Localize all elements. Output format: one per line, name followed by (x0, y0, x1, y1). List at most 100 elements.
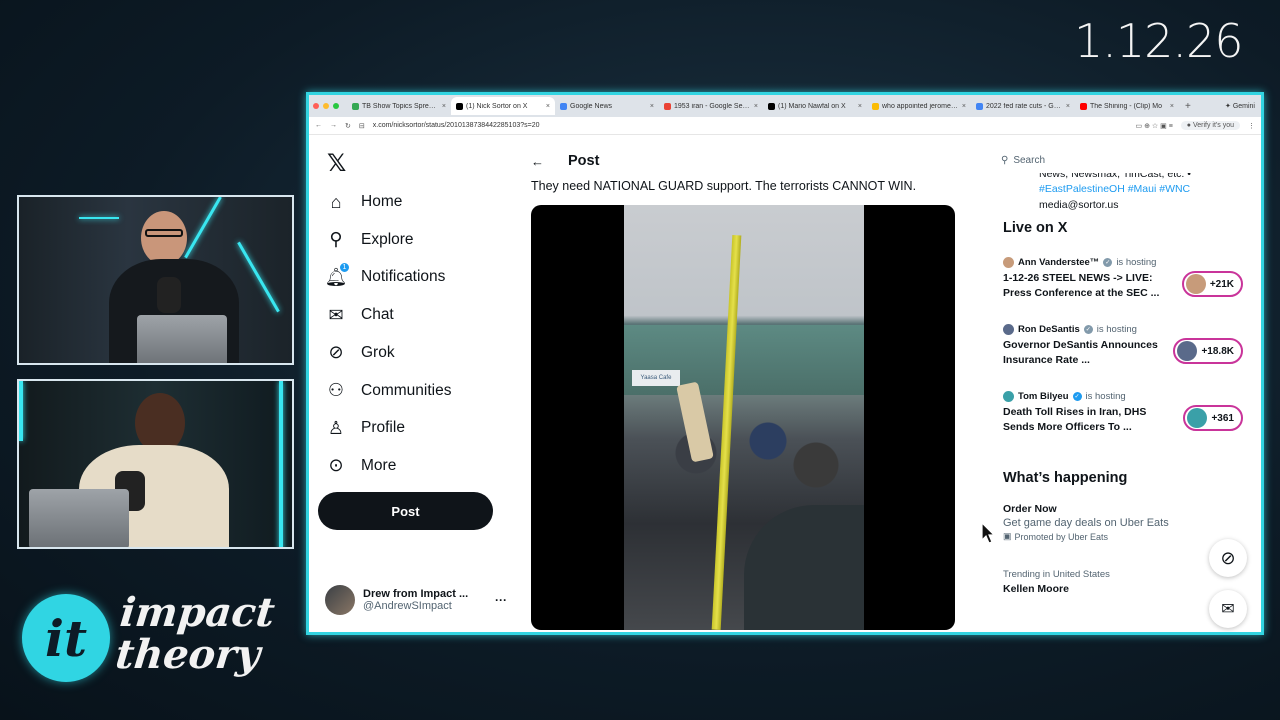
close-icon[interactable]: × (962, 103, 966, 110)
promoted-trend[interactable]: Order Now Get game day deals on Uber Eat… (1003, 503, 1169, 542)
mail-icon: ✉ (328, 304, 344, 325)
bio-hashtags[interactable]: #EastPalestineOH #Maui #WNC (1039, 181, 1239, 197)
post-button[interactable]: Post (318, 492, 493, 530)
close-icon[interactable]: × (1170, 103, 1174, 110)
nav-item-label: Explore (361, 230, 414, 248)
back-nav-icon[interactable]: ← (315, 122, 322, 129)
tab-favicon-icon (768, 102, 775, 110)
nav-item-profile[interactable]: ♙ Profile (325, 413, 405, 443)
tab-favicon-icon (872, 102, 879, 110)
tab-bar: TB Show Topics Spreadsheet×(1) Nick Sort… (309, 95, 1261, 117)
address-bar: ← → ↻ ⊟ x.com/nicksortor/status/20101387… (309, 117, 1261, 135)
live-space-item[interactable]: Ron DeSantis ✓ is hosting Governor DeSantis… (1003, 324, 1243, 380)
tweet-text: They need NATIONAL GUARD support. The te… (531, 179, 917, 193)
browser-tab[interactable]: The Shining - (Clip) Mo × (1075, 97, 1179, 115)
url-field[interactable]: x.com/nicksortor/status/2010138738442285… (373, 122, 1128, 129)
nav-item-chat[interactable]: ✉ Chat (325, 300, 394, 330)
reload-icon[interactable]: ↻ (345, 122, 351, 130)
verified-badge-icon: ✓ (1083, 325, 1093, 334)
site-info-icon[interactable]: ⊟ (359, 122, 365, 130)
close-icon[interactable]: × (650, 103, 654, 110)
avatar (325, 585, 355, 615)
nav-item-more[interactable]: ⊙ More (325, 451, 396, 481)
browser-tab[interactable]: (1) Nick Sortor on X × (451, 97, 555, 115)
nav-item-explore[interactable]: ⚲ Explore (325, 225, 414, 255)
browser-tab[interactable]: 2022 fed rate cuts - Google × (971, 97, 1075, 115)
more-circle-icon: ⊙ (328, 455, 344, 476)
home-icon: ⌂ (330, 191, 342, 212)
close-icon[interactable]: × (442, 103, 446, 110)
notification-badge: 1 (339, 262, 350, 274)
browser-window: TB Show Topics Spreadsheet×(1) Nick Sort… (306, 92, 1264, 635)
communities-icon: ⚇ (327, 380, 345, 400)
grok-icon: ⊘ (1220, 547, 1236, 568)
toolbar-icons[interactable]: ▭ ⊕ ☆ ▣ ≡ (1136, 122, 1173, 130)
listener-count-pill[interactable]: +21K (1181, 271, 1243, 297)
grok-icon: ⊘ (328, 342, 344, 363)
verified-badge-icon: ✓ (1103, 258, 1113, 267)
back-arrow-icon[interactable]: ← (531, 154, 544, 169)
browser-tab[interactable]: who appointed jerome powell× (867, 97, 971, 115)
date-label: 1.12.26 (1074, 14, 1244, 68)
close-icon[interactable]: × (1066, 103, 1070, 110)
avatar (1003, 257, 1014, 268)
gemini-button[interactable]: ✦ Gemini (1225, 102, 1261, 110)
grok-fab[interactable]: ⊘ (1209, 539, 1247, 577)
verify-button[interactable]: ● Verify it's you (1180, 121, 1240, 130)
bio-email[interactable]: media@sortor.us (1039, 197, 1239, 213)
forward-nav-icon[interactable]: → (330, 122, 337, 129)
trend-item[interactable]: Trending in United States Kellen Moore (1003, 569, 1110, 595)
browser-tab[interactable]: TB Show Topics Spreadsheet× (347, 97, 451, 115)
close-icon[interactable]: × (546, 103, 550, 110)
menu-icon[interactable]: ⋮ (1248, 122, 1255, 130)
nav-item-notifications[interactable]: 🔔︎ 1 Notifications (325, 262, 445, 292)
tweet-video[interactable]: Yaasa Cafe (531, 205, 955, 630)
listener-count-pill[interactable]: +18.8K (1173, 338, 1243, 364)
webcam-host-2 (17, 379, 294, 549)
nav-item-grok[interactable]: ⊘ Grok (325, 338, 394, 368)
bell-icon: 🔔︎ 1 (325, 262, 350, 288)
x-page: 𝕏 ⌂ Home ⚲ Explore 🔔︎ 1 Notifications ✉ Chat ⊘ Gro… (309, 135, 1261, 632)
close-icon[interactable]: × (754, 103, 758, 110)
nav-item-label: Chat (361, 306, 394, 324)
new-tab-button[interactable]: + (1179, 101, 1197, 112)
more-dots-icon[interactable]: ··· (495, 593, 507, 607)
search-icon: ⚲ (1001, 155, 1009, 166)
avatar (1185, 274, 1206, 294)
nav-item-label: Home (361, 193, 403, 210)
promoted-icon: ▣ (1003, 531, 1012, 541)
person-icon: ♙ (327, 417, 345, 438)
search-input[interactable]: ⚲ Search (1001, 155, 1045, 166)
avatar (1003, 324, 1014, 335)
tab-favicon-icon (560, 102, 567, 110)
webcam-host-1 (17, 195, 294, 365)
avatar (1003, 391, 1014, 402)
live-space-item[interactable]: Ann Vanderstee™ ✓ is hosting 1-12-26 STEEL … (1003, 257, 1243, 313)
listener-count-pill[interactable]: +361 (1183, 405, 1243, 431)
nav-item-communities[interactable]: ⚇ Communities (325, 376, 452, 406)
live-section-title: Live on X (1003, 220, 1068, 236)
window-controls[interactable] (313, 103, 339, 109)
impact-theory-logo: it impact theory (22, 589, 277, 692)
nav-item-home[interactable]: ⌂ Home (325, 187, 403, 217)
profile-bio: News, Newsmax, TimCast, etc. • #EastPale… (1039, 173, 1239, 213)
browser-tab[interactable]: Google News × (555, 97, 659, 115)
account-switcher[interactable]: Drew from Impact ... @AndrewSImpact ··· (325, 585, 507, 615)
avatar (1187, 408, 1208, 428)
browser-tab[interactable]: (1) Mario Nawfal on X × (763, 97, 867, 115)
avatar (1177, 341, 1198, 361)
tab-favicon-icon (976, 102, 983, 110)
x-logo-icon[interactable]: 𝕏 (327, 149, 346, 177)
account-handle: @AndrewSImpact (363, 600, 452, 612)
account-name: Drew from Impact ... (363, 588, 469, 600)
tab-favicon-icon (1080, 102, 1087, 110)
mail-icon: ✉ (1221, 601, 1235, 618)
messages-fab[interactable]: ✉ (1209, 590, 1247, 628)
browser-tab[interactable]: 1953 iran - Google Search × (659, 97, 763, 115)
close-icon[interactable]: × (858, 103, 862, 110)
tab-favicon-icon (664, 102, 671, 110)
live-space-item[interactable]: Tom Bilyeu ✓ is hosting Death Toll Rises in… (1003, 391, 1243, 447)
verified-badge-icon: ✓ (1072, 392, 1082, 401)
page-title: Post (568, 153, 600, 169)
nav-item-label: More (361, 456, 397, 474)
